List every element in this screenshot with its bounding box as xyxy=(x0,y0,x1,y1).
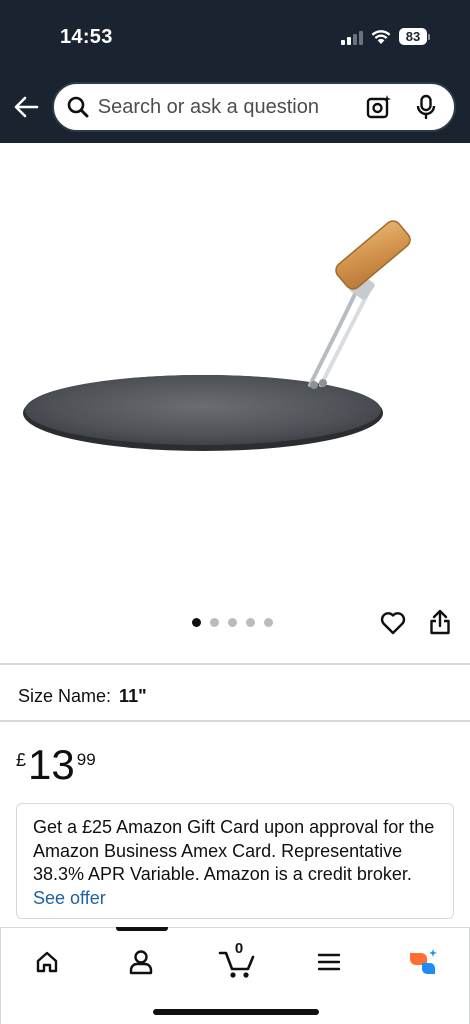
price-fraction: 99 xyxy=(76,750,96,769)
arrow-left-icon xyxy=(14,96,39,118)
status-time: 14:53 xyxy=(60,26,113,48)
gallery-dot[interactable] xyxy=(192,618,201,627)
nav-menu[interactable] xyxy=(309,942,349,982)
heart-icon xyxy=(380,612,406,635)
camera-lens-icon[interactable] xyxy=(363,91,395,123)
size-selector[interactable]: Size Name: 11" xyxy=(18,686,147,707)
home-indicator xyxy=(153,1009,319,1015)
size-label: Size Name: xyxy=(18,686,112,706)
search-bar[interactable] xyxy=(52,82,456,132)
divider xyxy=(0,663,470,665)
gallery-pagination xyxy=(192,618,273,627)
home-icon xyxy=(36,951,58,973)
search-input[interactable] xyxy=(97,95,363,119)
cart-count: 0 xyxy=(234,940,244,957)
price-whole: 13 xyxy=(28,741,75,788)
gallery-dot[interactable] xyxy=(228,618,237,627)
share-button[interactable] xyxy=(426,606,454,638)
menu-icon xyxy=(317,953,341,971)
active-tab-indicator xyxy=(116,927,168,931)
price-currency: £ xyxy=(16,750,27,770)
share-icon xyxy=(430,609,450,635)
gallery-dot[interactable] xyxy=(210,618,219,627)
rufus-icon xyxy=(410,949,437,974)
back-button[interactable] xyxy=(10,90,42,124)
tawa-pan-product-image xyxy=(23,220,411,451)
gallery-dot[interactable] xyxy=(264,618,273,627)
account-icon xyxy=(129,950,153,975)
size-value: 11" xyxy=(119,686,147,706)
microphone-icon[interactable] xyxy=(410,91,442,123)
nav-account[interactable] xyxy=(121,942,161,982)
product-image-gallery[interactable] xyxy=(0,143,470,663)
signal-icon xyxy=(341,29,363,45)
wishlist-button[interactable] xyxy=(378,608,408,638)
search-icon xyxy=(66,95,90,119)
status-icons: 83 xyxy=(341,28,430,45)
nav-home[interactable] xyxy=(27,942,67,982)
credit-card-offer[interactable]: Get a £25 Amazon Gift Card upon approval… xyxy=(16,803,454,919)
see-offer-link[interactable]: See offer xyxy=(33,888,106,908)
bottom-navigation: 0 xyxy=(0,927,470,1024)
wifi-icon xyxy=(371,29,391,44)
divider xyxy=(0,720,470,722)
product-price: £ 13 99 xyxy=(16,744,96,786)
app-header: 14:53 83 xyxy=(0,0,470,143)
nav-cart[interactable]: 0 xyxy=(215,940,259,982)
offer-text: Get a £25 Amazon Gift Card upon approval… xyxy=(33,817,435,884)
battery-icon: 83 xyxy=(399,28,430,45)
gallery-dot[interactable] xyxy=(246,618,255,627)
battery-level: 83 xyxy=(399,28,427,45)
nav-rufus[interactable] xyxy=(403,942,443,982)
